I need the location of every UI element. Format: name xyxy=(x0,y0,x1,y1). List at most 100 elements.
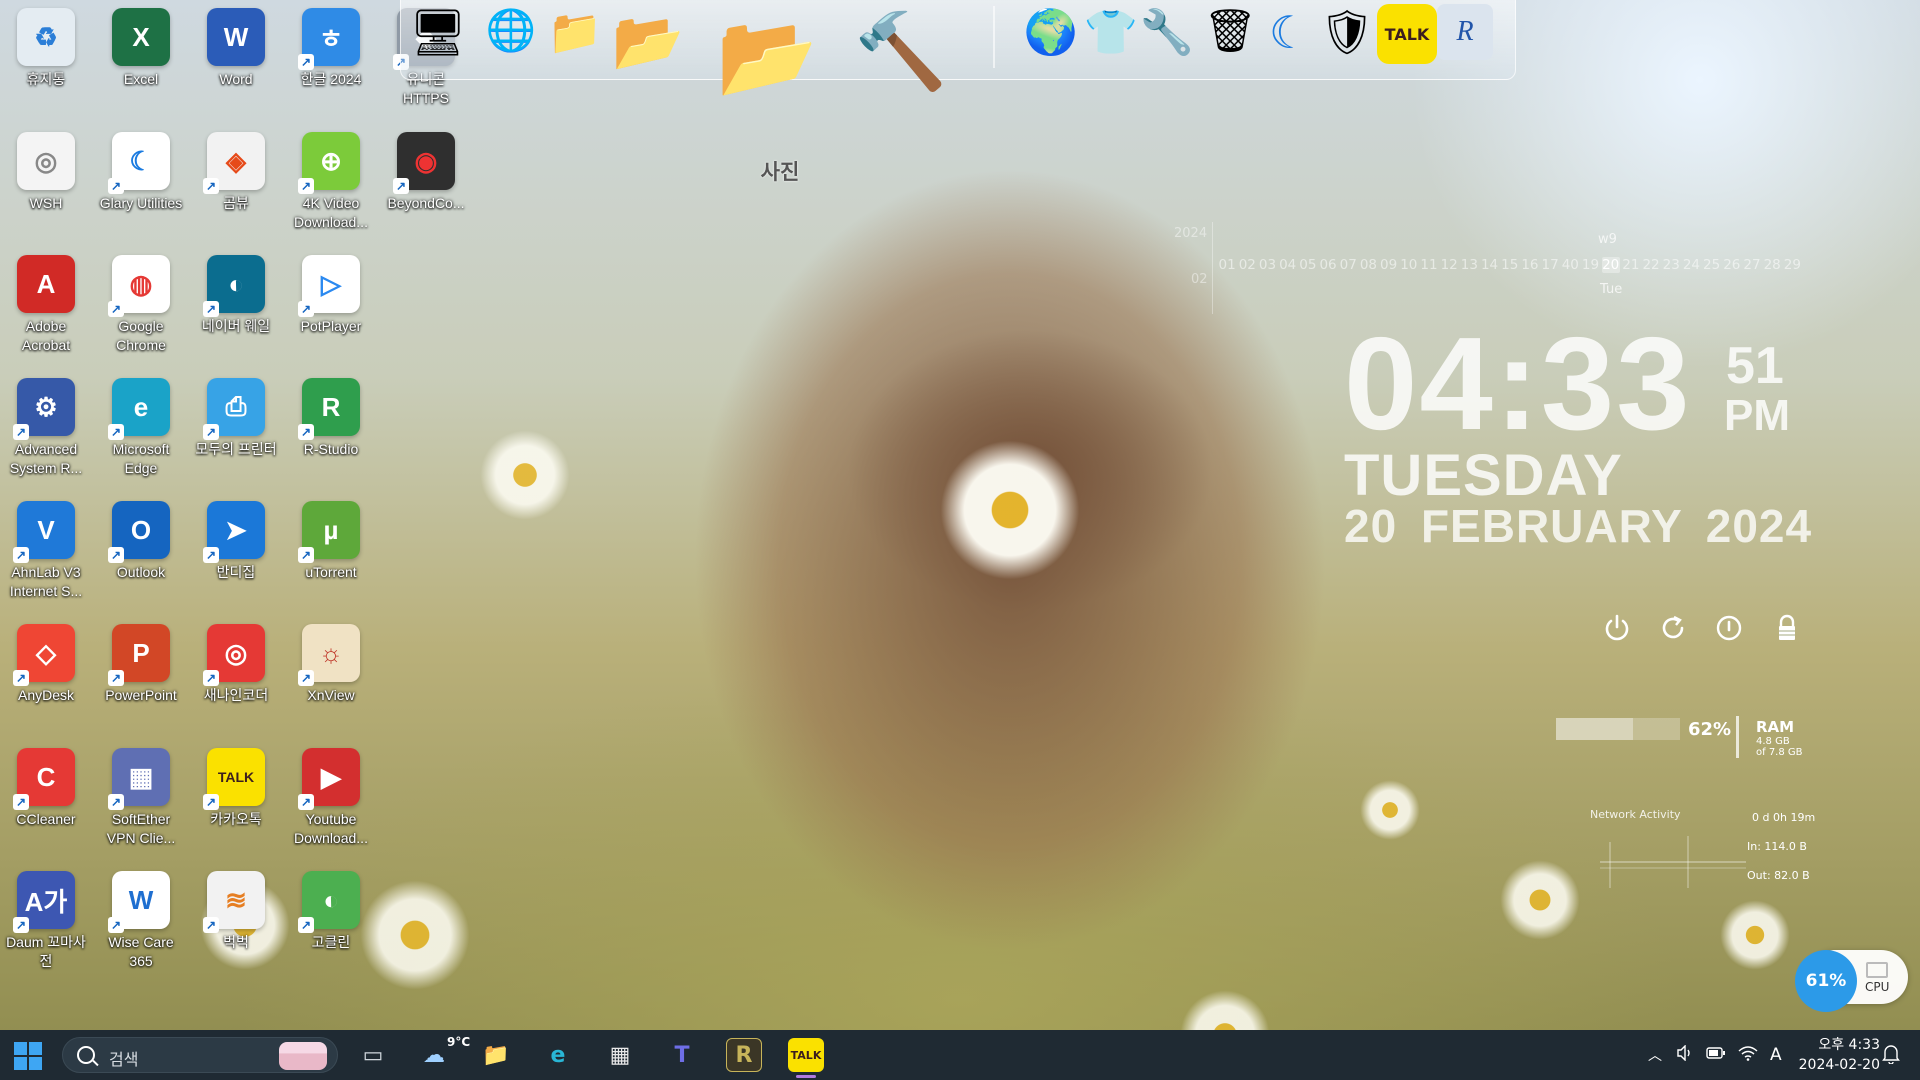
calendar-day: 40 xyxy=(1561,257,1579,273)
desktop-icon[interactable]: ⚙ ↗ Advanced System R... xyxy=(0,370,92,488)
desktop-icon[interactable]: e ↗ Microsoft Edge xyxy=(95,370,187,488)
desktop-icon[interactable]: ◇ ↗ AnyDesk xyxy=(0,616,92,734)
sleep-icon[interactable] xyxy=(1709,608,1749,648)
task-view-icon[interactable]: ▭ xyxy=(355,1038,391,1072)
desktop-icon[interactable]: ◎ WSH xyxy=(0,124,92,242)
kakaotalk-taskbar-icon[interactable]: TALK xyxy=(788,1038,824,1078)
desktop-icon[interactable]: ⎙ ↗ 모두의 프린터 xyxy=(190,370,282,488)
clock-ampm: PM xyxy=(1724,391,1790,440)
app-icon: O ↗ xyxy=(108,501,170,563)
desktop-icon[interactable]: µ ↗ uTorrent xyxy=(285,493,377,611)
clock-seconds: 51 xyxy=(1726,337,1784,395)
desktop-icon-label: WSH xyxy=(29,195,63,211)
desktop-icon[interactable]: TALK ↗ 카카오톡 xyxy=(190,740,282,858)
r-studio-icon[interactable]: R xyxy=(1437,4,1493,60)
desktop-icon[interactable]: C ↗ CCleaner xyxy=(0,740,92,858)
teams-icon-glyph: T xyxy=(674,1042,690,1068)
desktop-icon-label: Outlook xyxy=(116,564,166,580)
tools-icon[interactable]: 🔨 xyxy=(853,4,949,100)
desktop-icon[interactable]: X Excel xyxy=(95,0,187,118)
r-app-icon[interactable]: R xyxy=(726,1038,762,1072)
desktop-icon[interactable]: ☼ ↗ XnView xyxy=(285,616,377,734)
app-icon: TALK ↗ xyxy=(203,748,265,810)
desktop-icon[interactable]: ◐ ↗ 고클린 xyxy=(285,863,377,981)
internet-globe-icon-glyph: 🌍 xyxy=(1023,7,1079,58)
app-icon: ☾ ↗ xyxy=(108,132,170,194)
app-glyph: ⚙ xyxy=(34,391,58,422)
desktop-icon-label: Microsoft Edge xyxy=(112,441,170,476)
desktop-icon[interactable]: V ↗ AhnLab V3 Internet S... xyxy=(0,493,92,611)
desktop-icon[interactable]: W ↗ Wise Care 365 xyxy=(95,863,187,981)
restart-icon[interactable] xyxy=(1653,608,1693,648)
desktop-icon-label: SoftEther VPN Clie... xyxy=(106,811,176,846)
store-icon[interactable]: ▦ xyxy=(602,1038,638,1072)
desktop-icon[interactable]: A가 ↗ Daum 꼬마사전 xyxy=(0,863,92,981)
desktop-icon[interactable]: ㅎ ↗ 한글 2024 xyxy=(285,0,377,118)
desktop-icon[interactable]: ☾ ↗ Glary Utilities xyxy=(95,124,187,242)
desktop-icon[interactable]: ♻ 휴지통 xyxy=(0,0,92,118)
desktop-icon[interactable]: R ↗ R-Studio xyxy=(285,370,377,488)
music-folder-icon[interactable]: 📂 xyxy=(611,4,685,78)
app-icon: ㅎ ↗ xyxy=(298,8,360,70)
photos-folder-icon[interactable]: 📂 xyxy=(715,4,819,108)
desktop-icon[interactable]: ▷ ↗ PotPlayer xyxy=(285,247,377,365)
taskbar-date: 2024-02-20 xyxy=(1798,1057,1880,1073)
tshirt-icon[interactable]: 👕 xyxy=(1083,4,1139,60)
calendar-day: 19 xyxy=(1581,257,1600,273)
app-glyph: W xyxy=(223,21,249,52)
internet-globe-icon[interactable]: 🌍 xyxy=(1023,4,1079,60)
lock-icon[interactable] xyxy=(1767,608,1807,648)
desktop-icon[interactable]: ◐ ↗ 네이버 웨일 xyxy=(190,247,282,365)
show-hidden-icons-icon[interactable]: ︿ xyxy=(1648,1045,1662,1065)
wise-care-icon[interactable]: 🛡 xyxy=(1319,4,1375,60)
desktop-icon-label: 새나인코더 xyxy=(203,687,269,703)
calendar-day: 28 xyxy=(1763,257,1781,273)
taskbar-search[interactable]: 검색 xyxy=(62,1037,338,1073)
globe-computer-icon[interactable]: 🌐 xyxy=(485,4,537,56)
app-glyph: ㅎ xyxy=(319,23,343,54)
desktop-icon-label: Word xyxy=(219,71,253,87)
wifi-icon[interactable] xyxy=(1738,1045,1758,1065)
desktop-icon[interactable]: ⊕ ↗ 4K Video Download... xyxy=(285,124,377,242)
documents-folder-icon[interactable]: 📁 xyxy=(547,4,603,60)
kakaotalk-taskbar-icon-glyph: TALK xyxy=(790,1048,822,1062)
app-icon: C ↗ xyxy=(13,748,75,810)
battery-icon[interactable] xyxy=(1706,1046,1726,1064)
desktop-icon[interactable]: ◍ ↗ Google Chrome xyxy=(95,247,187,365)
desktop-icon[interactable]: ▶ ↗ Youtube Download... xyxy=(285,740,377,858)
app-glyph: R xyxy=(321,391,341,422)
edge-icon[interactable]: e xyxy=(540,1038,576,1072)
desktop-icon[interactable]: P ↗ PowerPoint xyxy=(95,616,187,734)
app-icon: ▦ ↗ xyxy=(108,748,170,810)
desktop-icon[interactable]: ➤ ↗ 반디집 xyxy=(190,493,282,611)
top-dock: 🖥 🌐 📁 📂 📂 🔨 🌍 👕 🔧 🗑 ☾ 🛡 TALK R xyxy=(400,0,1516,104)
start-button[interactable] xyxy=(14,1042,42,1070)
shortcut-arrow-icon: ↗ xyxy=(203,917,219,933)
system-tools-icon[interactable]: 🔧 xyxy=(1139,4,1195,60)
file-explorer-icon[interactable]: 📁 xyxy=(478,1038,514,1072)
taskbar-clock[interactable]: 오후 4:33 2024-02-20 xyxy=(1784,1035,1880,1075)
kakaotalk-icon[interactable]: TALK xyxy=(1377,4,1437,64)
desktop-icon[interactable]: ▦ ↗ SoftEther VPN Clie... xyxy=(95,740,187,858)
dock-separator xyxy=(993,6,995,68)
desktop-icon[interactable]: A Adobe Acrobat xyxy=(0,247,92,365)
power-icon[interactable] xyxy=(1597,608,1637,648)
volume-icon[interactable] xyxy=(1676,1044,1694,1065)
notification-bell-icon[interactable] xyxy=(1882,1044,1900,1068)
desktop-icon[interactable]: W Word xyxy=(190,0,282,118)
desktop-icon[interactable]: ◎ ↗ 새나인코더 xyxy=(190,616,282,734)
glary-icon[interactable]: ☾ xyxy=(1261,4,1317,60)
teams-icon[interactable]: T xyxy=(664,1038,700,1072)
desktop-icon[interactable]: ◈ ↗ 곰뷰 xyxy=(190,124,282,242)
clock-day: TUESDAY xyxy=(1344,443,1623,508)
network-computer-icon[interactable]: 🖥 xyxy=(409,4,467,62)
desktop-icon[interactable]: ≋ ↗ 벅벅 xyxy=(190,863,282,981)
desktop-icon[interactable]: ◉ ↗ BeyondCo... xyxy=(380,124,472,242)
ram-bar-fill xyxy=(1556,718,1633,740)
desktop-icon[interactable]: O ↗ Outlook xyxy=(95,493,187,611)
ime-indicator[interactable]: A xyxy=(1770,1045,1782,1065)
shortcut-arrow-icon: ↗ xyxy=(108,301,124,317)
calendar-day: 21 xyxy=(1622,257,1640,273)
recycle-bin-icon[interactable]: 🗑 xyxy=(1203,4,1257,58)
r-app-icon-glyph: R xyxy=(735,1042,753,1068)
